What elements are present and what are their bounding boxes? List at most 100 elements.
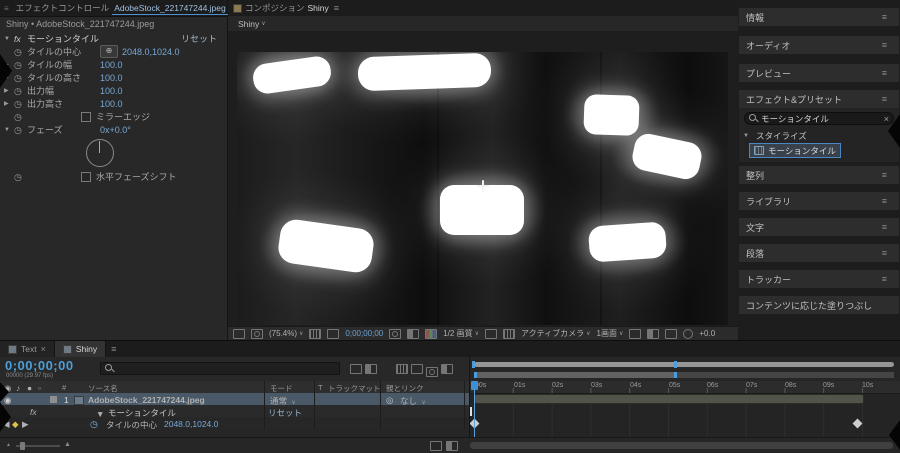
property-row-tile-center[interactable]: ◀ ◆ ▶ ◷ タイルの中心 2048.0,1024.0	[0, 417, 470, 429]
effect-name[interactable]: モーションタイル	[27, 32, 99, 45]
comp-mini-flowchart-button[interactable]: Shiny	[238, 19, 259, 29]
anchor-point-star[interactable]	[477, 180, 489, 192]
mask-visibility-icon[interactable]	[327, 329, 339, 339]
effect-reset-button[interactable]: リセット	[181, 32, 217, 45]
panel-menu-icon[interactable]: ≡	[877, 40, 892, 50]
exposure-value[interactable]: +0.0	[699, 329, 715, 338]
prop-row-output-height[interactable]: ▶ ◷ 出力高さ 100.0	[0, 97, 227, 110]
phase-dial[interactable]	[86, 139, 114, 167]
view-layout-dropdown[interactable]: 1画面 ∨	[597, 328, 624, 339]
panel-menu-icon[interactable]: ≡	[877, 222, 892, 232]
stopwatch-icon[interactable]: ◷	[14, 112, 27, 122]
stopwatch-icon[interactable]: ◷	[14, 125, 27, 135]
timeline-menu-icon[interactable]: ≡	[106, 344, 121, 354]
panel-menu-icon[interactable]: ≡	[877, 274, 892, 284]
show-snapshot-icon[interactable]	[407, 329, 419, 339]
close-tab-icon[interactable]: ×	[41, 344, 46, 354]
prop-row-tile-width[interactable]: ▶ ◷ タイルの幅 100.0	[0, 58, 227, 71]
prop-value[interactable]: 100.0	[100, 99, 123, 109]
resolution-dropdown[interactable]: 1/2 画質 ∨	[443, 328, 479, 339]
twirl-right-icon[interactable]: ▶	[4, 87, 14, 94]
3d-view-dropdown[interactable]: アクティブカメラ ∨	[521, 328, 591, 339]
prop-row-mirror-edges[interactable]: ◷ ミラーエッジ	[0, 110, 227, 123]
effect-category-row[interactable]: ▼ スタイライズ	[743, 130, 807, 142]
timeline-search-field[interactable]	[100, 362, 340, 375]
panel-header-preview[interactable]: プレビュー ≡	[739, 64, 899, 82]
panel-header-libraries[interactable]: ライブラリ ≡	[739, 192, 899, 210]
panel-header-align[interactable]: 整列 ≡	[739, 166, 899, 184]
crosshair-button[interactable]: ⊕	[100, 45, 118, 58]
frame-blending-icon[interactable]	[411, 364, 423, 374]
composition-panel-title[interactable]: コンポジション	[242, 2, 308, 14]
horizontal-phase-shift-checkbox[interactable]	[81, 172, 91, 182]
prop-row-phase[interactable]: ▼ ◷ フェーズ 0x+0.0°	[0, 123, 227, 136]
safe-zones-icon[interactable]	[309, 329, 321, 339]
prop-value[interactable]: 2048.0,1024.0	[122, 47, 180, 57]
panel-menu-icon[interactable]: ≡	[877, 170, 892, 180]
effects-search-field[interactable]: モーションタイル ×	[744, 112, 894, 125]
panel-menu-icon[interactable]: ≡	[877, 196, 892, 206]
prop-value[interactable]: 100.0	[100, 73, 123, 83]
navigator-start-handle[interactable]	[472, 361, 475, 368]
panel-header-character[interactable]: 文字 ≡	[739, 218, 899, 236]
preview-monitor-icon[interactable]	[233, 329, 245, 339]
stopwatch-icon[interactable]: ◷	[90, 419, 98, 430]
panel-header-content-aware-fill[interactable]: コンテンツに応じた塗りつぶし	[739, 296, 899, 314]
timeline-zoom-slider[interactable]	[16, 445, 60, 447]
twirl-down-icon[interactable]: ▼	[743, 133, 753, 139]
exposure-icon[interactable]	[683, 329, 693, 339]
prop-row-tile-height[interactable]: ▶ ◷ タイルの高さ 100.0	[0, 71, 227, 84]
effect-result-item[interactable]: モーションタイル	[749, 143, 841, 158]
channels-icon[interactable]	[425, 329, 437, 339]
panel-header-tracker[interactable]: トラッカー ≡	[739, 270, 899, 288]
add-keyframe-icon[interactable]: ◆	[12, 419, 19, 430]
prop-value[interactable]: 0x+0.0°	[100, 125, 131, 135]
effect-group-row[interactable]: fx ▼ モーションタイル リセット	[0, 405, 470, 417]
hide-shy-layers-icon[interactable]	[396, 364, 408, 374]
stopwatch-icon[interactable]: ◷	[14, 73, 27, 83]
current-time-indicator-handle[interactable]	[471, 381, 478, 390]
column-divider[interactable]	[264, 381, 265, 429]
navigator-marker[interactable]	[674, 361, 677, 368]
layer-source-name[interactable]: AdobeStock_221747244.jpeg	[88, 395, 205, 405]
zoom-out-mountain-icon[interactable]: ▲	[6, 442, 11, 448]
timeline-tab-text[interactable]: Text ×	[0, 341, 55, 357]
graph-editor-icon[interactable]	[441, 364, 453, 374]
label-color-chip[interactable]	[50, 396, 57, 403]
prop-row-tile-center[interactable]: ◷ タイルの中心 ⊕ 2048.0,1024.0	[0, 45, 227, 58]
effect-header-row[interactable]: ▼ fx モーションタイル リセット	[0, 32, 227, 45]
mirror-edges-checkbox[interactable]	[81, 112, 91, 122]
panel-menu-icon[interactable]: ≡	[877, 12, 892, 22]
prop-value[interactable]: 100.0	[100, 60, 123, 70]
stopwatch-icon[interactable]: ◷	[14, 60, 27, 70]
effects-search-input[interactable]: モーションタイル	[761, 113, 829, 125]
twirl-right-icon[interactable]: ▶	[4, 100, 14, 107]
preview-timecode[interactable]: 0;00;00;00	[345, 329, 383, 338]
next-keyframe-icon[interactable]: ▶	[22, 419, 29, 430]
work-area-start-handle[interactable]	[474, 372, 477, 378]
panel-menu-icon[interactable]: ≡	[329, 3, 344, 13]
timeline-tab-shiny[interactable]: Shiny	[55, 341, 106, 357]
layer-row[interactable]: ◉ 1 AdobeStock_221747244.jpeg 通常 ∨ ◎ なし …	[0, 393, 470, 405]
fast-previews-icon[interactable]	[647, 329, 659, 339]
twirl-down-icon[interactable]: ▼	[4, 36, 14, 42]
stopwatch-icon[interactable]: ◷	[14, 172, 27, 182]
snapshot-camera-icon[interactable]	[389, 329, 401, 339]
toggle-switches-icon[interactable]	[430, 441, 442, 451]
column-divider[interactable]	[464, 381, 465, 429]
panel-menu-icon[interactable]: ≡	[877, 94, 892, 104]
panel-header-effects-presets[interactable]: エフェクト&プリセット ≡	[739, 90, 899, 108]
timeline-button-icon[interactable]	[665, 329, 677, 339]
panel-header-info[interactable]: 情報 ≡	[739, 8, 899, 26]
stopwatch-icon[interactable]: ◷	[14, 47, 27, 57]
layer-duration-bar[interactable]	[474, 394, 864, 404]
zoom-slider-handle[interactable]	[20, 442, 25, 450]
stopwatch-icon[interactable]: ◷	[14, 99, 27, 109]
zoom-in-mountain-icon[interactable]: ▲	[64, 441, 71, 448]
effect-controls-source-tab[interactable]: AdobeStock_221747244.jpeg	[112, 2, 228, 15]
time-ruler[interactable]: 00s 01s 02s 03s 04s 05s 06s 07s 08s 09s …	[470, 381, 900, 394]
render-time-icon[interactable]	[446, 441, 458, 451]
breadcrumb-text[interactable]: Shiny • AdobeStock_221747244.jpeg	[6, 19, 154, 29]
pixel-aspect-icon[interactable]	[629, 329, 641, 339]
keyframe-diamond[interactable]	[853, 419, 863, 429]
